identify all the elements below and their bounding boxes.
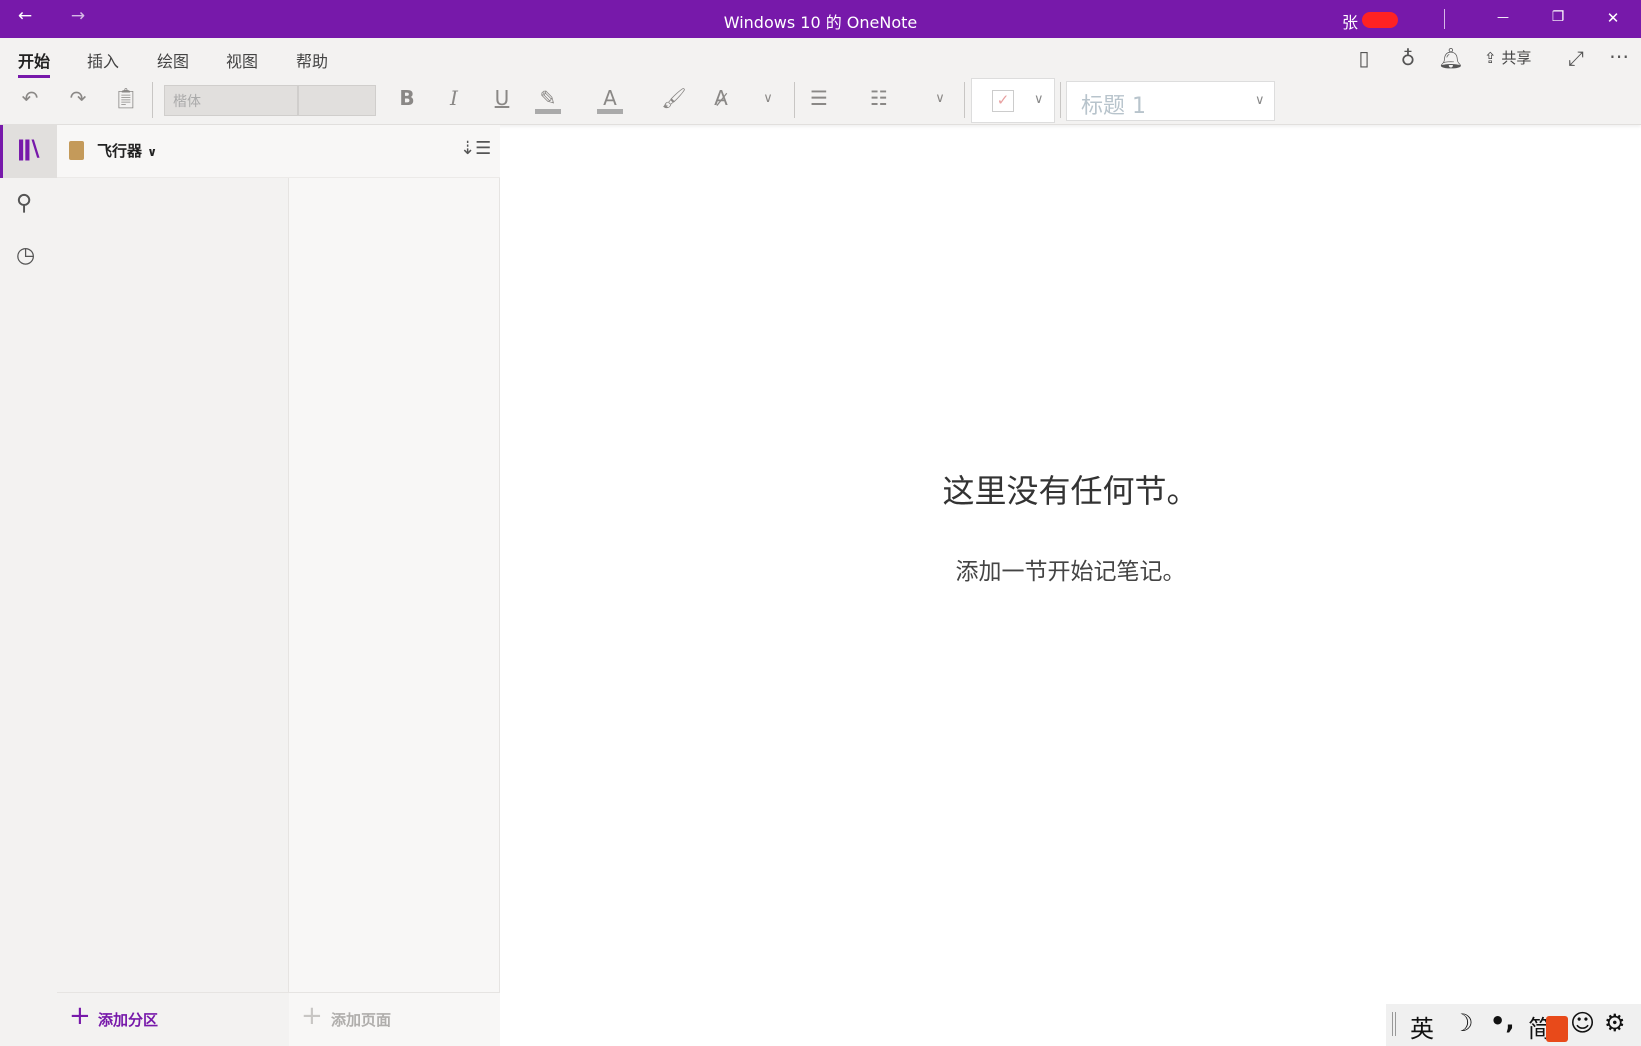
more-icon[interactable]: ⋯ bbox=[1603, 44, 1635, 68]
chevron-down-icon[interactable]: ∨ bbox=[924, 91, 956, 106]
add-section-label: 添加分区 bbox=[98, 1011, 159, 1029]
tag-dropdown[interactable]: ✓ ∨ bbox=[971, 78, 1055, 123]
divider bbox=[794, 82, 795, 118]
italic-button[interactable]: I bbox=[438, 86, 470, 110]
format-painter-icon[interactable]: 🖌︎ bbox=[658, 86, 690, 110]
add-page-label: 添加页面 bbox=[331, 1011, 392, 1029]
style-value: 标题 1 bbox=[1081, 94, 1146, 119]
notebooks-icon: ǁ\ bbox=[17, 137, 40, 162]
share-label: 共享 bbox=[1501, 49, 1532, 67]
moon-icon[interactable]: ☽ bbox=[1452, 1009, 1474, 1037]
minimize-button[interactable]: — bbox=[1483, 10, 1523, 24]
divider bbox=[152, 82, 153, 118]
divider bbox=[1444, 9, 1445, 29]
nav-rail: ǁ\ ⚲ ◷ bbox=[0, 125, 57, 1046]
numbered-list-icon[interactable]: ☷ bbox=[863, 86, 895, 110]
clear-formatting-icon[interactable]: A̷ bbox=[705, 86, 737, 110]
divider bbox=[1060, 82, 1061, 118]
search-icon[interactable]: ⚲ bbox=[16, 191, 32, 216]
lightbulb-icon[interactable]: ♁ bbox=[1392, 46, 1424, 70]
font-color-button[interactable]: A bbox=[597, 86, 623, 114]
settings-icon[interactable]: ⚙ bbox=[1604, 1009, 1626, 1037]
notebook-icon bbox=[69, 141, 84, 160]
bell-icon[interactable]: 🔔︎ bbox=[1435, 46, 1467, 70]
tab-help[interactable]: 帮助 bbox=[296, 48, 328, 72]
add-page-button[interactable]: + 添加页面 bbox=[289, 992, 500, 1046]
drag-handle[interactable] bbox=[1392, 1012, 1396, 1036]
notebook-header: 飞行器 ∨ ⇣☰ bbox=[57, 125, 500, 178]
watermark-logo bbox=[1546, 1016, 1568, 1042]
plus-icon: + bbox=[69, 1001, 91, 1031]
underline-button[interactable]: U bbox=[486, 86, 518, 110]
sort-icon[interactable]: ⇣☰ bbox=[460, 138, 491, 159]
clipboard-icon[interactable]: 📋︎ bbox=[110, 86, 142, 110]
chevron-down-icon[interactable]: ∨ bbox=[752, 91, 784, 106]
notes-icon[interactable]: ▯ bbox=[1348, 46, 1380, 70]
ribbon: 开始 插入 绘图 视图 帮助 ▯ ♁ 🔔︎ ⇪ 共享 ⤢ ⋯ ↶ ↷ 📋︎ 楷体… bbox=[0, 38, 1641, 125]
sections-pane bbox=[57, 125, 289, 1046]
highlight-icon[interactable]: ✎ bbox=[535, 86, 561, 114]
tab-draw[interactable]: 绘图 bbox=[157, 48, 189, 72]
close-button[interactable]: ✕ bbox=[1593, 9, 1633, 27]
redo-icon[interactable]: ↷ bbox=[62, 86, 94, 110]
empty-subtext: 添加一节开始记笔记。 bbox=[955, 559, 1186, 585]
tab-view[interactable]: 视图 bbox=[226, 48, 258, 72]
recent-clock-icon[interactable]: ◷ bbox=[16, 243, 35, 268]
tab-home[interactable]: 开始 bbox=[18, 48, 51, 78]
tab-insert[interactable]: 插入 bbox=[87, 48, 119, 72]
empty-heading: 这里没有任何节。 bbox=[942, 472, 1199, 510]
checkbox-tag-icon: ✓ bbox=[992, 90, 1014, 112]
fullscreen-icon[interactable]: ⤢ bbox=[1560, 46, 1592, 70]
plus-icon: + bbox=[301, 1001, 323, 1031]
style-dropdown[interactable]: 标题 1 ∨ bbox=[1066, 81, 1275, 121]
chevron-down-icon: ∨ bbox=[1255, 93, 1265, 108]
ime-toolbar: 英 ☽ •, 简 ☺ ⚙ bbox=[1386, 1004, 1641, 1046]
font-size-input[interactable] bbox=[298, 85, 376, 116]
chevron-down-icon: ∨ bbox=[147, 145, 157, 159]
font-name-input[interactable]: 楷体 bbox=[164, 85, 298, 116]
undo-icon[interactable]: ↶ bbox=[14, 86, 46, 110]
notebooks-button[interactable]: ǁ\ bbox=[0, 125, 57, 178]
punctuation-button[interactable]: •, bbox=[1490, 1007, 1514, 1035]
chevron-down-icon: ∨ bbox=[1034, 92, 1044, 107]
divider bbox=[964, 82, 965, 118]
title-bar: ← → Windows 10 的 OneNote 张 — ❐ ✕ bbox=[0, 0, 1641, 38]
redaction-mark bbox=[1362, 12, 1398, 28]
share-button[interactable]: ⇪ 共享 bbox=[1484, 47, 1531, 68]
emoji-icon[interactable]: ☺ bbox=[1570, 1009, 1595, 1037]
user-name[interactable]: 张 bbox=[1342, 9, 1358, 33]
add-section-button[interactable]: + 添加分区 bbox=[57, 992, 289, 1046]
restore-button[interactable]: ❐ bbox=[1538, 9, 1578, 25]
share-icon: ⇪ bbox=[1484, 49, 1497, 67]
pages-pane bbox=[289, 178, 500, 1046]
ime-mode-button[interactable]: 英 bbox=[1410, 1009, 1434, 1044]
bold-button[interactable]: B bbox=[391, 86, 423, 110]
notebook-selector[interactable]: 飞行器 ∨ bbox=[97, 140, 157, 161]
notebook-name: 飞行器 bbox=[97, 142, 143, 160]
bullet-list-icon[interactable]: ☰ bbox=[803, 86, 835, 110]
